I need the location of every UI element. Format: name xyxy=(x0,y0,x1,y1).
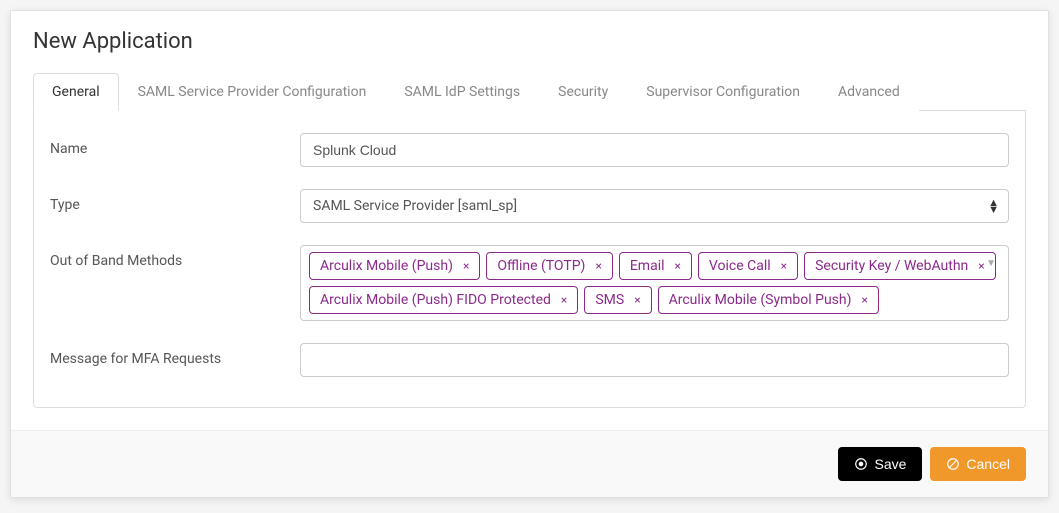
oob-tag: Voice Call × xyxy=(698,252,798,280)
oob-tag-label: Arculix Mobile (Symbol Push) xyxy=(669,292,852,308)
oob-tag-label: SMS xyxy=(595,292,624,308)
mfa-message-input[interactable] xyxy=(300,343,1009,377)
oob-tag: Security Key / WebAuthn × xyxy=(804,252,996,280)
oob-methods-row: Out of Band Methods Arculix Mobile (Push… xyxy=(50,245,1009,321)
type-selected-value: SAML Service Provider [saml_sp] xyxy=(300,189,1009,223)
general-panel: Name Type SAML Service Provider [saml_sp… xyxy=(33,111,1026,408)
oob-tag: Arculix Mobile (Symbol Push) × xyxy=(658,286,879,314)
dropdown-arrow-icon[interactable]: ▼ xyxy=(986,258,996,269)
oob-tag-label: Offline (TOTP) xyxy=(497,258,585,274)
tab-security[interactable]: Security xyxy=(539,73,627,111)
tab-advanced[interactable]: Advanced xyxy=(819,73,919,111)
footer-actions: Save Cancel xyxy=(11,430,1048,497)
remove-tag-icon[interactable]: × xyxy=(634,294,640,306)
name-label: Name xyxy=(50,133,300,157)
application-form-card: New Application General SAML Service Pro… xyxy=(10,10,1049,498)
oob-tag: Arculix Mobile (Push) × xyxy=(309,252,480,280)
oob-tag: Offline (TOTP) × xyxy=(486,252,612,280)
remove-tag-icon[interactable]: × xyxy=(463,260,469,272)
tab-bar: General SAML Service Provider Configurat… xyxy=(33,72,1026,111)
save-icon xyxy=(854,457,868,471)
cancel-icon xyxy=(946,457,960,471)
remove-tag-icon[interactable]: × xyxy=(595,260,601,272)
tab-general[interactable]: General xyxy=(33,73,119,111)
name-row: Name xyxy=(50,133,1009,167)
main-content: New Application General SAML Service Pro… xyxy=(11,11,1048,430)
tab-saml-idp-settings[interactable]: SAML IdP Settings xyxy=(385,73,539,111)
oob-tag-label: Email xyxy=(630,258,665,274)
remove-tag-icon[interactable]: × xyxy=(978,260,984,272)
oob-methods-multiselect[interactable]: Arculix Mobile (Push) × Offline (TOTP) ×… xyxy=(300,245,1009,321)
name-input[interactable] xyxy=(300,133,1009,167)
remove-tag-icon[interactable]: × xyxy=(561,294,567,306)
oob-tag-label: Voice Call xyxy=(709,258,771,274)
oob-tag-label: Arculix Mobile (Push) xyxy=(320,258,453,274)
oob-tag-label: Arculix Mobile (Push) FIDO Protected xyxy=(320,292,551,308)
save-button[interactable]: Save xyxy=(838,447,922,481)
mfa-message-row: Message for MFA Requests xyxy=(50,343,1009,377)
cancel-button[interactable]: Cancel xyxy=(930,447,1026,481)
oob-tag-label: Security Key / WebAuthn xyxy=(815,258,968,274)
remove-tag-icon[interactable]: × xyxy=(781,260,787,272)
page-title: New Application xyxy=(33,29,1026,54)
mfa-message-label: Message for MFA Requests xyxy=(50,343,300,367)
tab-saml-sp-configuration[interactable]: SAML Service Provider Configuration xyxy=(119,73,386,111)
tab-supervisor-configuration[interactable]: Supervisor Configuration xyxy=(627,73,819,111)
remove-tag-icon[interactable]: × xyxy=(675,260,681,272)
oob-methods-label: Out of Band Methods xyxy=(50,245,300,269)
save-button-label: Save xyxy=(874,456,906,472)
oob-tag: Email × xyxy=(619,252,692,280)
type-label: Type xyxy=(50,189,300,213)
oob-tag: SMS × xyxy=(584,286,651,314)
type-row: Type SAML Service Provider [saml_sp] ▲ ▼ xyxy=(50,189,1009,223)
oob-tag: Arculix Mobile (Push) FIDO Protected × xyxy=(309,286,578,314)
remove-tag-icon[interactable]: × xyxy=(861,294,867,306)
type-select[interactable]: SAML Service Provider [saml_sp] ▲ ▼ xyxy=(300,189,1009,223)
cancel-button-label: Cancel xyxy=(966,456,1010,472)
